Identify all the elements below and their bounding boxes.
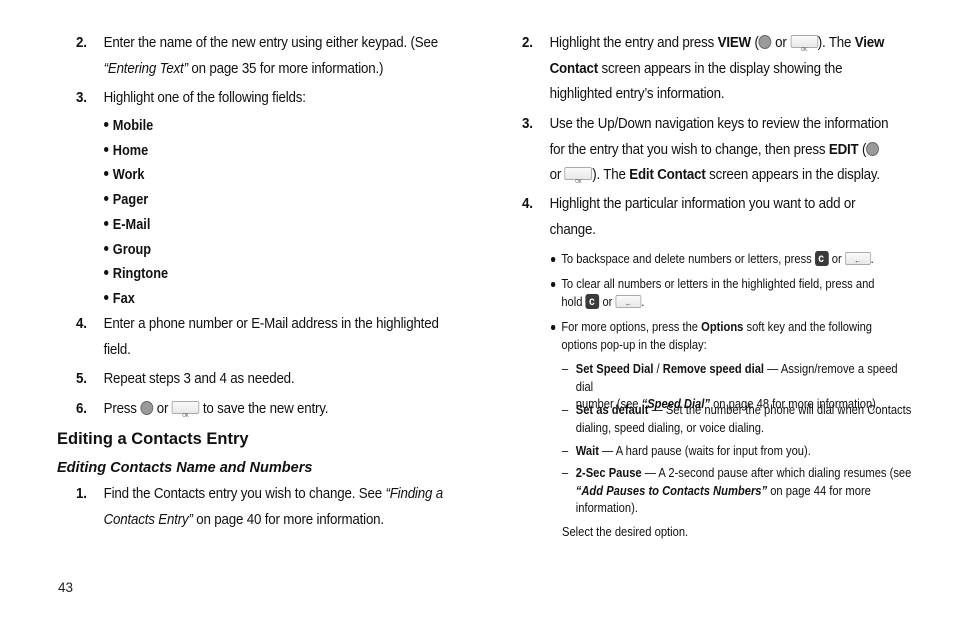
step-number: 6. [76,401,87,417]
field-item: Ringtone [104,266,168,282]
circle-key-icon [140,401,154,415]
step-number: 2. [522,35,533,51]
bullet-icon [104,295,109,300]
key-label: Options [701,319,744,334]
option-label: Wait [575,443,599,458]
backspace-key-icon [615,294,642,312]
field-item: Fax [104,291,135,307]
step-number: 4. [76,316,87,332]
screen-name: Edit Contact [629,167,706,183]
key-label: EDIT [828,141,859,158]
cross-reference: Contacts Entry” [103,511,193,528]
bullet-icon [104,246,109,251]
step-number: 1. [76,486,87,502]
ok-key-icon [564,167,593,196]
ok-key-icon [171,401,200,430]
bullet-icon [104,270,109,275]
dash-marker: – [562,361,569,376]
field-item: Mobile [104,118,153,134]
field-item: Work [104,167,144,183]
step-text: field. [103,341,131,358]
manual-page: 2. Enter the name of the new entry using… [0,0,954,636]
option-label: Set Speed Dial [575,361,654,376]
dash-marker: – [562,402,569,417]
cross-reference: “Entering Text” [103,60,188,77]
screen-name: View [854,35,885,51]
step-text: Enter a phone number or E-Mail address i… [103,316,439,332]
field-item: Group [104,242,151,258]
option-label: Remove speed dial [662,361,765,376]
bullet-icon [104,147,109,152]
clear-key-icon [814,250,829,268]
section-heading: Editing a Contacts Entry [57,430,249,448]
dash-marker: – [562,465,569,480]
bullet-icon [104,196,109,201]
circle-key-icon [866,141,880,156]
step-text: Highlight one of the following fields: [103,90,306,106]
bullet-icon [551,257,555,262]
bullet-icon [104,221,109,226]
bullet-icon [551,282,555,287]
field-item: E-Mail [104,217,150,233]
step-number: 3. [522,116,533,132]
step-number: 2. [76,35,87,51]
step-text: Repeat steps 3 and 4 as needed. [103,371,295,387]
clear-key-icon [585,293,600,310]
bullet-icon [104,171,109,176]
dash-marker: – [562,443,569,458]
backspace-key-icon [844,252,871,270]
cross-reference: “Finding a [385,486,443,502]
bullet-icon [551,325,555,330]
ok-key-icon [790,35,818,64]
bullet-icon [104,122,109,127]
screen-name: Contact [549,60,599,77]
select-option-text: Select the desired option. [562,524,689,539]
step-text: on page 35 for more information.) [187,60,384,77]
key-label: VIEW [717,35,752,51]
field-item: Home [104,143,148,159]
subsection-heading: Editing Contacts Name and Numbers [57,460,313,476]
circle-key-icon [758,35,772,49]
option-label: Set as default [575,402,649,417]
field-item: Pager [104,192,148,208]
step-number: 3. [76,90,87,106]
option-label: 2-Sec Pause [575,465,642,480]
page-number: 43 [58,580,74,595]
step-number: 4. [522,196,533,212]
step-text: Enter the name of the new entry using ei… [103,35,439,51]
cross-reference: “Add Pauses to Contacts Numbers” [575,482,768,498]
step-number: 5. [76,371,87,387]
